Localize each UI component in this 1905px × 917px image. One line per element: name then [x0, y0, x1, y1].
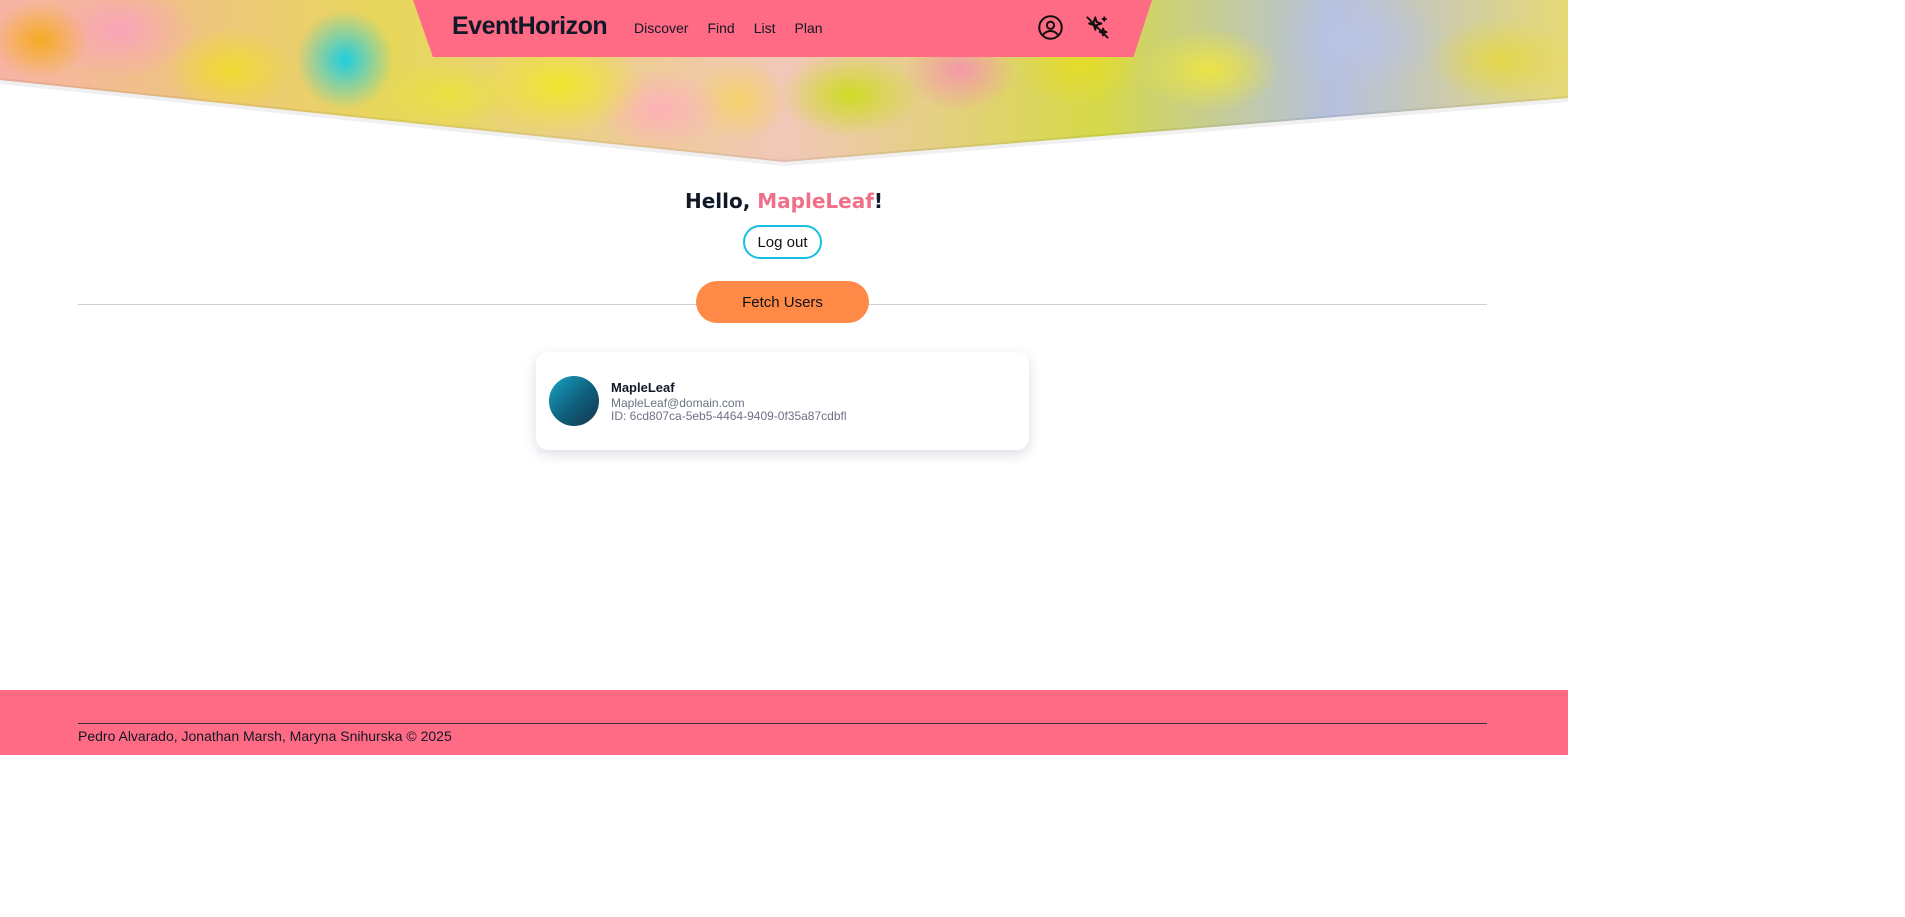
user-email: MapleLeaf@domain.com: [611, 396, 745, 410]
user-name: MapleLeaf: [611, 380, 675, 395]
footer-credits: Pedro Alvarado, Jonathan Marsh, Maryna S…: [78, 728, 452, 744]
avatar: [549, 376, 599, 426]
nav-link-discover[interactable]: Discover: [634, 20, 688, 36]
footer-divider: [78, 723, 1487, 724]
user-card: MapleLeaf MapleLeaf@domain.com ID: 6cd80…: [536, 352, 1029, 450]
sparkles-off-icon[interactable]: [1084, 14, 1111, 41]
greeting-prefix: Hello,: [684, 189, 758, 213]
user-circle-icon[interactable]: [1037, 14, 1064, 41]
greeting-heading: Hello, MapleLeaf!: [0, 189, 1568, 213]
nav-link-plan[interactable]: Plan: [795, 20, 823, 36]
brand-logo[interactable]: EventHorizon: [452, 12, 608, 41]
fetch-users-button[interactable]: Fetch Users: [696, 281, 869, 323]
greeting-username: MapleLeaf: [757, 189, 874, 213]
user-id: ID: 6cd807ca-5eb5-4464-9409-0f35a87cdbfl: [611, 409, 847, 423]
footer: Pedro Alvarado, Jonathan Marsh, Maryna S…: [0, 690, 1568, 755]
greeting-suffix: !: [873, 189, 884, 213]
nav-link-list[interactable]: List: [754, 20, 776, 36]
logout-button[interactable]: Log out: [743, 225, 822, 259]
nav-links: Discover Find List Plan: [634, 20, 842, 36]
nav-link-find[interactable]: Find: [707, 20, 734, 36]
